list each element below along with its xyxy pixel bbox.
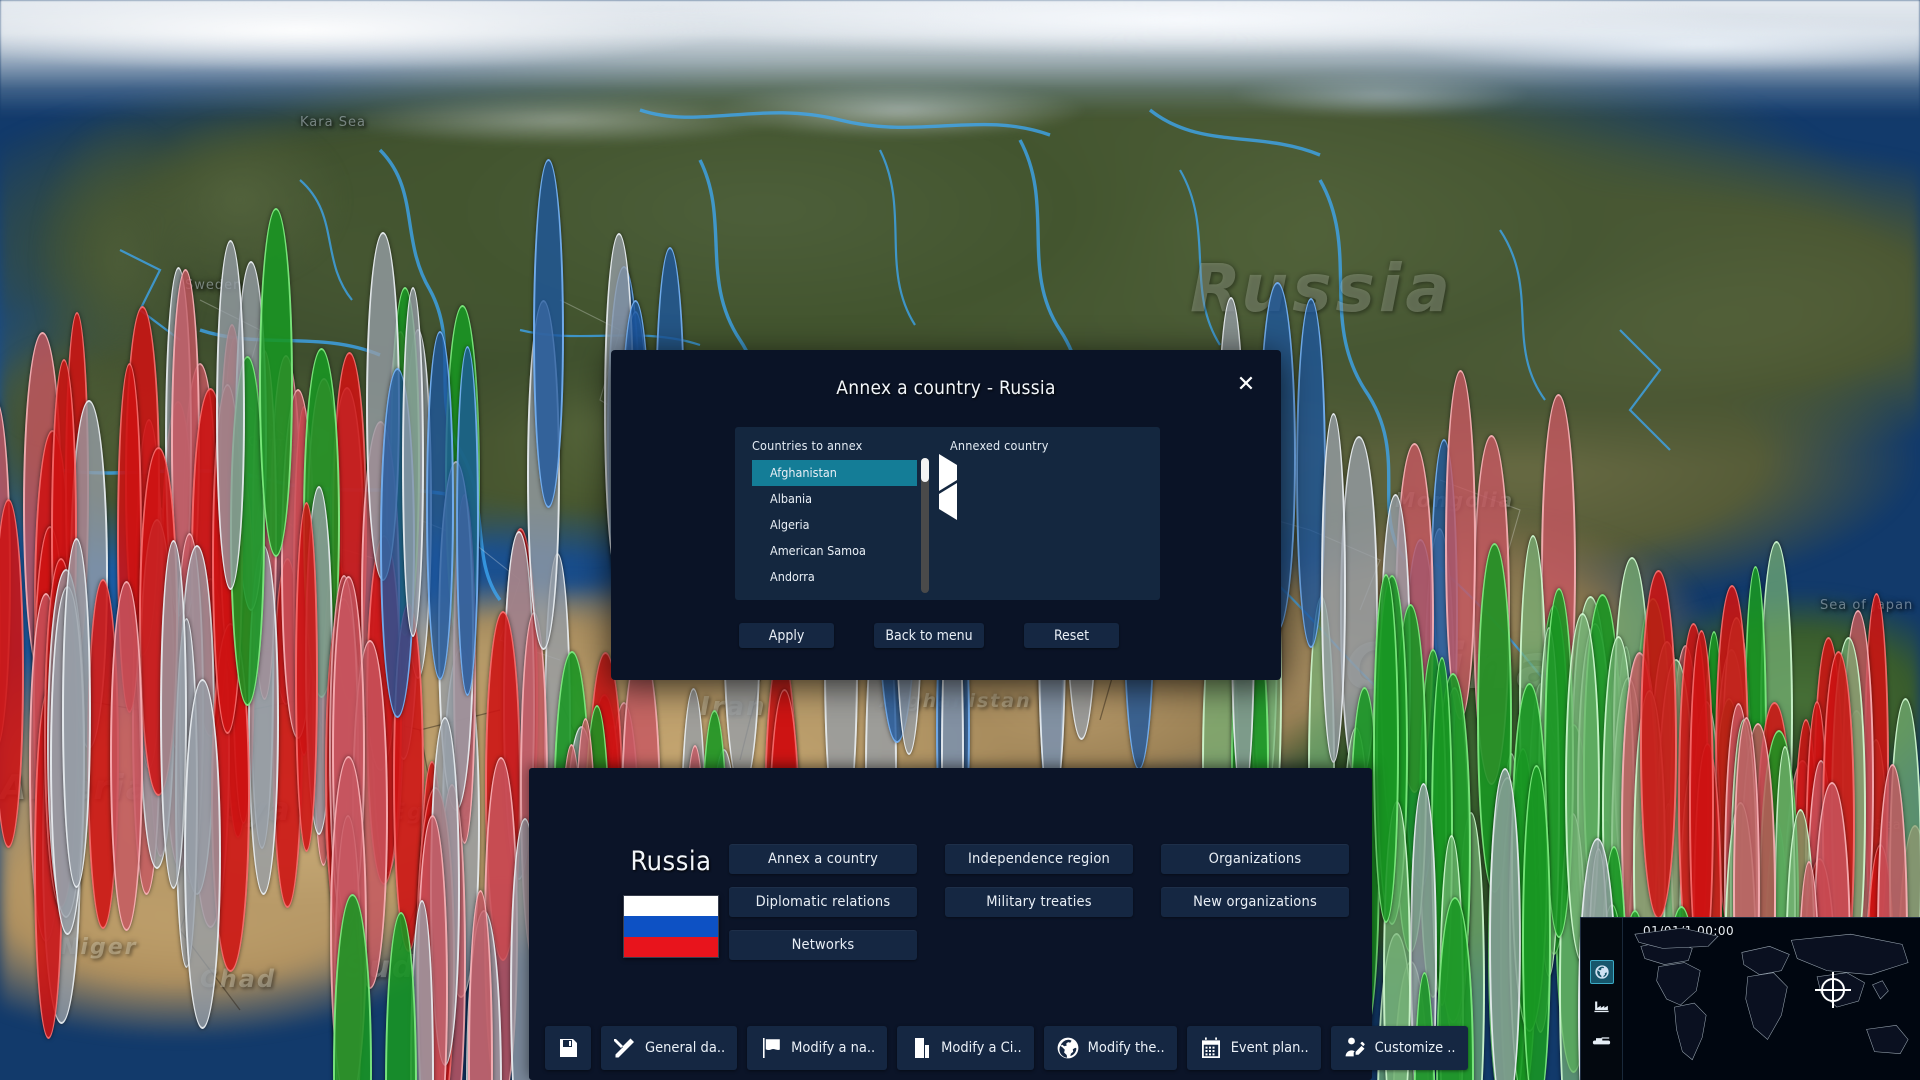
countries-to-annex-list[interactable]: Afghanistan Albania Algeria American Samoa A…	[752, 460, 917, 590]
main-toolbar[interactable]: General da.. Modify a na.. Modify a Ci.. Mo…	[545, 1026, 1468, 1070]
toolbar-button-modify-a-ci[interactable]: Modify a Ci..	[897, 1026, 1034, 1070]
city-marker[interactable]	[183, 679, 221, 1029]
annexed-country-header: Annexed country	[950, 438, 1049, 453]
flag-icon	[759, 1036, 783, 1060]
flag-stripe-1	[624, 916, 718, 937]
city-marker[interactable]	[1372, 573, 1399, 924]
toolbar-button-label: Modify the..	[1087, 1040, 1165, 1056]
city-marker[interactable]	[455, 346, 479, 696]
toolbar-button-label: General da..	[645, 1040, 726, 1056]
city-marker[interactable]	[1445, 370, 1477, 720]
panel-action-diplomatic-relations[interactable]: Diplomatic relations	[729, 887, 917, 917]
panel-action-organizations[interactable]: Organizations	[1161, 844, 1349, 874]
save-icon	[556, 1036, 580, 1060]
panel-action-new-organizations[interactable]: New organizations	[1161, 887, 1349, 917]
countries-to-annex-header: Countries to annex	[752, 438, 863, 453]
city-marker[interactable]	[1640, 569, 1678, 920]
panel-action-annex-a-country[interactable]: Annex a country	[729, 844, 917, 874]
toolbar-button-event-plan[interactable]: Event plan..	[1186, 1026, 1321, 1070]
city-marker[interactable]	[62, 538, 92, 888]
city-marker[interactable]	[109, 581, 143, 931]
minimap-tank-icon[interactable]	[1590, 1028, 1614, 1052]
country-list-item[interactable]: Algeria	[752, 512, 917, 538]
close-icon[interactable]: ✕	[1233, 372, 1259, 398]
city-marker[interactable]	[215, 240, 245, 590]
city-marker[interactable]	[426, 330, 455, 681]
city-marker[interactable]	[259, 207, 294, 558]
city-marker[interactable]	[401, 287, 424, 637]
dialog-title: Annex a country - Russia	[836, 377, 1056, 399]
toolbar-button-save[interactable]	[545, 1026, 591, 1070]
country-list-item[interactable]: American Samoa	[752, 538, 917, 564]
city-marker[interactable]	[1488, 767, 1521, 1080]
calendar-icon	[1199, 1036, 1223, 1060]
scrollbar-thumb[interactable]	[921, 458, 929, 482]
toolbar-button-label: Modify a na..	[791, 1040, 876, 1056]
flag-stripe-2	[624, 936, 718, 957]
minimap-mode-buttons[interactable]	[1581, 918, 1623, 1080]
country-flag	[623, 895, 719, 958]
dialog-footer[interactable]: Apply Back to menu Reset	[739, 623, 1119, 648]
country-list-item[interactable]: Afghanistan	[752, 460, 917, 486]
reset-button[interactable]: Reset	[1024, 623, 1119, 648]
hammer-wrench-icon	[613, 1036, 637, 1060]
minimap-panel[interactable]: 01/01/1 00:00	[1580, 917, 1920, 1080]
toolbar-button-modify-a-na[interactable]: Modify a na..	[747, 1026, 888, 1070]
panel-action-independence-region[interactable]: Independence region	[945, 844, 1133, 874]
globe-icon	[1056, 1036, 1080, 1060]
dialog-body: Countries to annex Annexed country Afgha…	[735, 427, 1160, 600]
city-marker[interactable]	[294, 502, 318, 853]
city-marker[interactable]	[1521, 764, 1551, 1080]
country-list-item[interactable]: Albania	[752, 486, 917, 512]
toolbar-button-modify-the[interactable]: Modify the..	[1043, 1026, 1177, 1070]
toolbar-button-general-da[interactable]: General da..	[601, 1026, 738, 1070]
panel-action-military-treaties[interactable]: Military treaties	[945, 887, 1133, 917]
flag-stripe-0	[624, 896, 718, 917]
back-to-menu-button[interactable]: Back to menu	[874, 623, 984, 648]
toolbar-button-label: Modify a Ci..	[941, 1040, 1022, 1056]
toolbar-button-customize[interactable]: Customize ..	[1330, 1026, 1468, 1070]
annex-country-dialog[interactable]: Annex a country - Russia ✕ Countries to …	[611, 350, 1281, 680]
country-list-item[interactable]: Andorra	[752, 564, 917, 590]
minimap-world-outline[interactable]	[1623, 918, 1920, 1080]
countries-list-scrollbar[interactable]	[921, 458, 929, 593]
city-marker[interactable]	[159, 539, 187, 890]
person-edit-icon	[1343, 1036, 1367, 1060]
toolbar-button-label: Customize ..	[1374, 1040, 1456, 1056]
apply-button[interactable]: Apply	[739, 623, 834, 648]
country-action-grid[interactable]: Annex a country Independence region Organi…	[729, 844, 1349, 960]
toolbar-button-label: Event plan..	[1230, 1040, 1309, 1056]
annexed-country-list[interactable]	[950, 460, 1140, 590]
panel-action-networks[interactable]: Networks	[729, 930, 917, 960]
building-icon	[909, 1036, 933, 1060]
minimap-globe-icon[interactable]	[1589, 960, 1614, 984]
city-marker[interactable]	[0, 498, 24, 849]
minimap-factory-icon[interactable]	[1590, 994, 1614, 1018]
